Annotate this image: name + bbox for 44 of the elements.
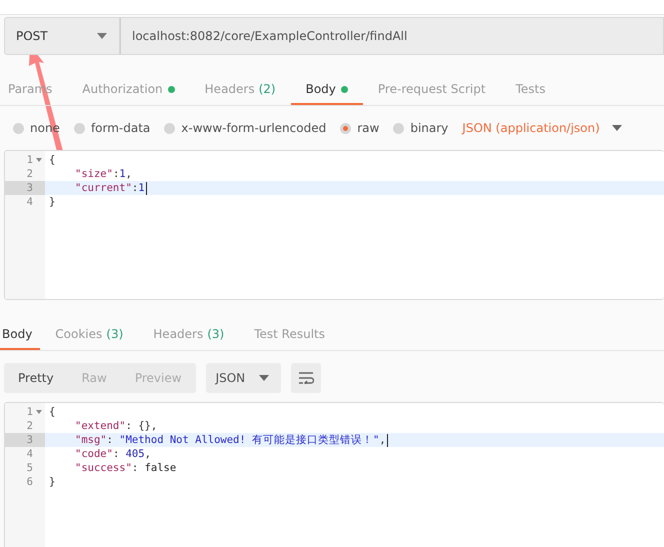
line-number: 3 — [5, 181, 45, 195]
fold-caret-icon[interactable] — [36, 410, 42, 414]
radio-label[interactable]: form-data — [90, 121, 150, 135]
line-number: 1 — [5, 405, 45, 419]
radio-label[interactable]: binary — [410, 121, 448, 135]
wrap-lines-button[interactable] — [291, 363, 322, 393]
radio-button[interactable] — [340, 122, 352, 134]
line-number: 2 — [26, 419, 34, 433]
url-field[interactable]: localhost:8082/core/ExampleController/findAll — [120, 17, 664, 55]
line-number: 5 — [26, 461, 34, 475]
view-mode-button[interactable]: Pretty — [4, 363, 68, 393]
caret-icon — [97, 33, 107, 39]
line-number: 4 — [26, 447, 34, 461]
code-line: { — [49, 405, 56, 419]
code-line: "msg": "Method Not Allowed! 有可能是接口类型错误！", — [74, 433, 386, 447]
format-dropdown[interactable]: JSON — [206, 363, 282, 393]
line-number: 4 — [26, 195, 34, 209]
line-number: 1 — [5, 153, 45, 167]
caret-icon — [259, 375, 270, 381]
radio-button[interactable] — [13, 122, 24, 134]
line-number: 2 — [26, 167, 34, 181]
code-line: { — [49, 153, 56, 167]
radio-label[interactable]: raw — [357, 121, 380, 135]
tab[interactable]: Body — [0, 320, 40, 350]
radio-label[interactable]: x-www-form-urlencoded — [181, 121, 326, 135]
wrap-lines-icon — [298, 372, 314, 384]
radio-button[interactable] — [164, 122, 176, 134]
fold-caret-icon[interactable] — [36, 158, 42, 162]
line-number: 3 — [5, 433, 45, 447]
code-line: "code": 405, — [74, 447, 151, 461]
request-body-editor[interactable]: 1 2 3 4 { "size":1, "current":1 } — [4, 150, 664, 300]
radio-button[interactable] — [393, 122, 404, 134]
code-line: "extend": {}, — [74, 419, 158, 433]
code-line: } — [49, 195, 56, 209]
radio-button[interactable] — [74, 122, 85, 134]
line-number: 6 — [26, 475, 34, 489]
caret-icon — [612, 125, 622, 131]
method-label: POST — [16, 29, 48, 43]
code-line: "size":1, — [74, 167, 132, 181]
tab[interactable]: Body — [290, 75, 363, 105]
code-line: "current":1 — [74, 181, 145, 195]
code-line: "success": false — [74, 461, 176, 475]
method-dropdown[interactable]: POST — [4, 17, 120, 55]
code-line: } — [49, 475, 56, 489]
